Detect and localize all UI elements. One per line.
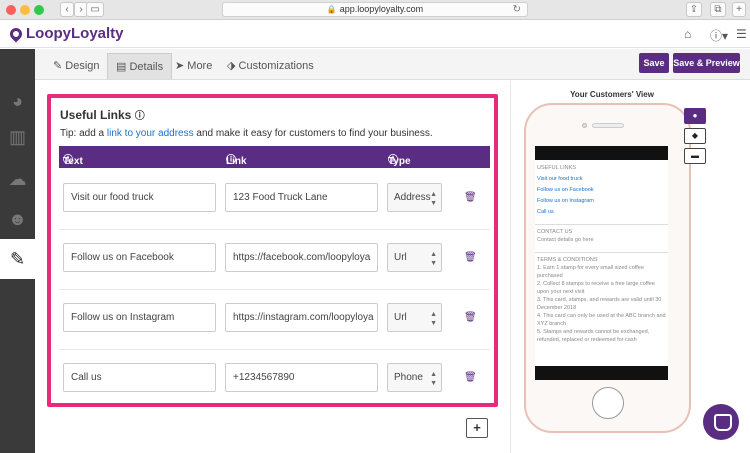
url-text: app.loopyloyalty.com <box>339 4 424 14</box>
message-icon[interactable]: ▬ <box>684 148 706 164</box>
tab-design[interactable]: ✎ Design <box>45 53 108 79</box>
customers-icon[interactable]: ☻ <box>0 199 35 239</box>
delete-icon[interactable]: 🗑 <box>464 372 477 383</box>
phone-screen: USEFUL LINKS Visit our food truck Follow… <box>535 146 668 380</box>
lock-icon: 🔒 <box>326 5 337 14</box>
preview-link[interactable]: Follow us on Facebook <box>537 186 666 194</box>
browser-toolbar: ‹ › ▭ 🔒 app.loopyloyalty.com ↻ ⇪ ⧉ + <box>0 0 750 20</box>
column-link: Link ⓘ <box>226 155 247 167</box>
preview-link[interactable]: Visit our food truck <box>537 175 666 183</box>
reload-icon[interactable]: ↻ <box>513 3 521 16</box>
new-tab-icon[interactable]: + <box>732 2 746 17</box>
preview-link[interactable]: Follow us on Instagram <box>537 197 666 205</box>
save-preview-button[interactable]: Save & Preview <box>673 53 740 73</box>
link-text-input[interactable]: Visit our food truck <box>63 183 216 212</box>
table-row: Follow us on Instagram https://instagram… <box>59 290 490 350</box>
table-row: Follow us on Facebook https://facebook.c… <box>59 230 490 290</box>
select-arrows-icon: ▲ ▼ <box>430 251 437 267</box>
preview-terms: TERMS & CONDITIONS 1. Earn 1 stamp for e… <box>537 257 666 343</box>
table-row: Call us +1234567890 Phone ▲ ▼ 🗑 <box>59 350 490 410</box>
home-button <box>592 387 624 419</box>
link-type-select[interactable]: Url ▲ ▼ <box>387 303 442 332</box>
useful-links-card: Useful Links ⓘ Tip: add a link to your a… <box>47 94 498 407</box>
useful-links-tip: Tip: add a link to your address and make… <box>60 128 433 139</box>
dashboard-icon[interactable]: ◕ <box>0 81 35 121</box>
minimize-window-button[interactable] <box>20 5 30 15</box>
column-type: Type ⓘ <box>388 155 411 167</box>
divider <box>535 252 668 253</box>
link-text-input[interactable]: Call us <box>63 363 216 392</box>
sidebar-toggle-icon[interactable]: ▭ <box>86 2 104 17</box>
app-header: LoopyLoyalty ⌂ ⓘ▾ ☰ <box>0 21 750 48</box>
preview-useful-links: USEFUL LINKS Visit our food truck Follow… <box>537 164 666 216</box>
edit-icon[interactable]: ✎ <box>0 239 35 279</box>
tab-more[interactable]: ➤ More <box>167 53 220 79</box>
brand-logo[interactable]: LoopyLoyalty <box>7 25 124 42</box>
delete-icon[interactable]: 🗑 <box>464 312 477 323</box>
select-arrows-icon: ▲ ▼ <box>430 311 437 327</box>
send-icon: ➤ <box>175 60 188 72</box>
link-type-select[interactable]: Address ▲ ▼ <box>387 183 442 212</box>
preview-title: Your Customers' View <box>570 90 654 99</box>
zoom-window-button[interactable] <box>34 5 44 15</box>
tag-icon: ⬗ <box>227 60 239 72</box>
info-icon[interactable]: ⓘ <box>135 111 145 122</box>
links-table-header: Text ⓘ Link ⓘ Type ⓘ <box>59 146 490 168</box>
camera-icon <box>582 123 587 128</box>
share-icon[interactable]: ⇪ <box>686 2 702 17</box>
home-icon[interactable]: ⌂ <box>684 27 691 41</box>
brush-icon: ✎ <box>53 60 66 72</box>
link-type-select[interactable]: Url ▲ ▼ <box>387 243 442 272</box>
delete-icon[interactable]: 🗑 <box>464 252 477 263</box>
save-button[interactable]: Save <box>639 53 669 73</box>
address-link[interactable]: link to your address <box>107 128 194 139</box>
link-url-input[interactable]: 123 Food Truck Lane <box>225 183 378 212</box>
delete-icon[interactable]: 🗑 <box>464 192 477 203</box>
back-button[interactable]: ‹ <box>60 2 74 17</box>
table-row: Visit our food truck 123 Food Truck Lane… <box>59 170 490 230</box>
preview-link[interactable]: Call us <box>537 208 666 216</box>
link-url-input[interactable]: +1234567890 <box>225 363 378 392</box>
link-type-select[interactable]: Phone ▲ ▼ <box>387 363 442 392</box>
sidebar: ◕ ▥ ☁ ☻ ✎ <box>0 49 35 453</box>
apple-icon[interactable]: ● <box>684 108 706 124</box>
tabs-overview-icon[interactable]: ⧉ <box>710 2 726 17</box>
divider <box>535 224 668 225</box>
select-arrows-icon: ▲ ▼ <box>430 371 437 387</box>
menu-icon[interactable]: ☰ <box>736 27 747 41</box>
column-text: Text ⓘ <box>63 155 83 167</box>
android-icon[interactable]: ◆ <box>684 128 706 144</box>
messages-icon[interactable]: ☁ <box>0 159 35 199</box>
stats-icon[interactable]: ▥ <box>0 117 35 157</box>
tab-details[interactable]: ▤ Details <box>107 53 173 79</box>
link-url-input[interactable]: https://instagram.com/loopyloya <box>225 303 378 332</box>
phone-mockup: USEFUL LINKS Visit our food truck Follow… <box>524 103 691 433</box>
link-text-input[interactable]: Follow us on Facebook <box>63 243 216 272</box>
close-window-button[interactable] <box>6 5 16 15</box>
brand-name: LoopyLoyalty <box>26 25 124 42</box>
select-arrows-icon: ▲ ▼ <box>430 191 437 207</box>
address-bar[interactable]: 🔒 app.loopyloyalty.com ↻ <box>222 2 528 17</box>
useful-links-title: Useful Links ⓘ <box>60 108 145 122</box>
details-editor: Useful Links ⓘ Tip: add a link to your a… <box>35 81 511 453</box>
chat-button[interactable] <box>703 404 739 440</box>
info-icon[interactable]: ⓘ▾ <box>710 27 728 44</box>
location-pin-icon <box>7 25 25 42</box>
document-icon: ▤ <box>116 61 130 73</box>
add-link-button[interactable]: + <box>466 418 488 438</box>
link-text-input[interactable]: Follow us on Instagram <box>63 303 216 332</box>
tab-bar: ✎ Design ▤ Details ➤ More ⬗ Customizatio… <box>35 49 750 80</box>
preview-contact: CONTACT US Contact details go here <box>537 229 594 243</box>
tab-customizations[interactable]: ⬗ Customizations <box>219 53 322 79</box>
link-url-input[interactable]: https://facebook.com/loopyloya <box>225 243 378 272</box>
speaker-icon <box>592 123 624 128</box>
customer-preview: Your Customers' View USEFUL LINKS Visit … <box>512 81 750 453</box>
